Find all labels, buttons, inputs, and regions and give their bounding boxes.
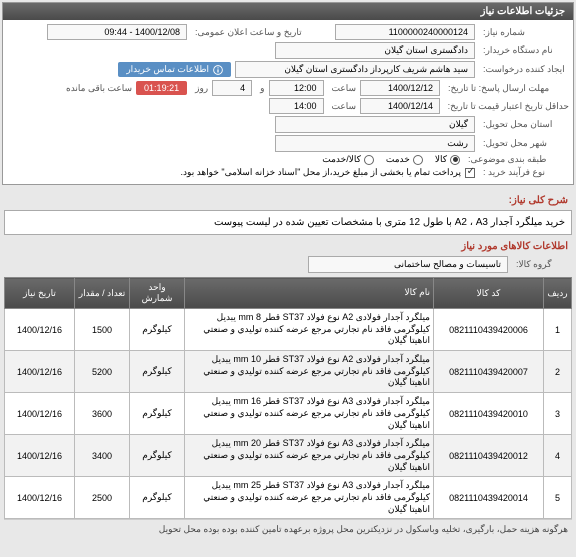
cell-code: 0821110439420006 xyxy=(434,309,544,351)
cell-name: میلگرد آجدار فولادی A2 نوع فولاد ST37 قط… xyxy=(185,351,434,393)
details-panel: جزئیات اطلاعات نیاز شماره نیاز: 11000002… xyxy=(2,2,574,185)
category-radio-group: کالا خدمت کالا/خدمت xyxy=(322,154,460,165)
cell-code: 0821110439420007 xyxy=(434,351,544,393)
radio-service[interactable]: خدمت xyxy=(386,154,423,165)
th-idx: ردیف xyxy=(544,278,572,309)
buy-process-checkbox[interactable] xyxy=(465,168,475,178)
cell-unit: کیلوگرم xyxy=(130,477,185,519)
cell-unit: کیلوگرم xyxy=(130,393,185,435)
cell-qty: 3600 xyxy=(75,393,130,435)
items-section-title: اطلاعات کالاهای مورد نیاز xyxy=(8,241,568,252)
cell-date: 1400/12/16 xyxy=(5,393,75,435)
cell-unit: کیلوگرم xyxy=(130,435,185,477)
buyer-label: نام دستگاه خریدار: xyxy=(479,45,569,56)
category-label: طبقه بندی موضوعی: xyxy=(464,154,569,165)
buy-process-note: پرداخت تمام یا بخشی از مبلغ خرید،از محل … xyxy=(181,167,461,178)
deadline-label: مهلت ارسال پاسخ: تا تاریخ: xyxy=(444,83,569,94)
validity-label: حداقل تاریخ اعتبار قیمت تا تاریخ: xyxy=(444,101,569,112)
group-label: گروه کالا: xyxy=(512,259,572,270)
cell-idx: 4 xyxy=(544,435,572,477)
cell-idx: 1 xyxy=(544,309,572,351)
and-label: و xyxy=(256,83,264,94)
cell-name: میلگرد آجدار فولادی A3 نوع فولاد ST37 قط… xyxy=(185,393,434,435)
buy-process-label: نوع فرآیند خرید : xyxy=(479,167,569,178)
table-row[interactable]: 20821110439420007میلگرد آجدار فولادی A2 … xyxy=(5,351,572,393)
th-unit: واحد شمارش xyxy=(130,278,185,309)
th-name: نام کالا xyxy=(185,278,434,309)
cell-date: 1400/12/16 xyxy=(5,435,75,477)
cell-idx: 3 xyxy=(544,393,572,435)
radio-goods[interactable]: کالا xyxy=(435,154,460,165)
cell-code: 0821110439420010 xyxy=(434,393,544,435)
cell-name: میلگرد آجدار فولادی A3 نوع فولاد ST37 قط… xyxy=(185,435,434,477)
validity-time: 14:00 xyxy=(269,98,324,114)
footer-note: هرگونه هزینه حمل، بارگیری، تخلیه وباسکول… xyxy=(4,519,572,539)
cell-date: 1400/12/16 xyxy=(5,477,75,519)
radio-icon xyxy=(364,155,374,165)
radio-both[interactable]: کالا/خدمت xyxy=(322,154,374,165)
table-row[interactable]: 10821110439420006میلگرد آجدار فولادی A2 … xyxy=(5,309,572,351)
requester-value: سید هاشم شریف کارپرداز دادگستری استان گی… xyxy=(235,61,475,78)
cell-idx: 2 xyxy=(544,351,572,393)
desc-text: خرید میلگرد آجدار A2 ، A3 با طول 12 متری… xyxy=(4,210,572,235)
time-label-1: ساعت xyxy=(328,83,357,94)
cell-date: 1400/12/16 xyxy=(5,309,75,351)
cell-code: 0821110439420014 xyxy=(434,477,544,519)
need-no-value: 1100000240000124 xyxy=(335,24,475,40)
group-value: تاسیسات و مصالح ساختمانی xyxy=(308,256,508,273)
contact-badge-label: اطلاعات تماس خریدار xyxy=(126,64,209,75)
radio-icon xyxy=(413,155,423,165)
cell-unit: کیلوگرم xyxy=(130,309,185,351)
province-value: گیلان xyxy=(275,116,475,133)
deadline-date: 1400/12/12 xyxy=(360,80,440,96)
cell-name: میلگرد آجدار فولادی A2 نوع فولاد ST37 قط… xyxy=(185,309,434,351)
info-icon xyxy=(213,65,223,75)
cell-code: 0821110439420012 xyxy=(434,435,544,477)
cell-qty: 3400 xyxy=(75,435,130,477)
table-row[interactable]: 50821110439420014میلگرد آجدار فولادی A3 … xyxy=(5,477,572,519)
cell-idx: 5 xyxy=(544,477,572,519)
contact-badge[interactable]: اطلاعات تماس خریدار xyxy=(118,62,231,77)
table-header-row: ردیف کد کالا نام کالا واحد شمارش تعداد /… xyxy=(5,278,572,309)
desc-label: شرح کلی نیاز: xyxy=(8,195,568,206)
requester-label: ایجاد کننده درخواست: xyxy=(479,64,569,75)
cell-qty: 1500 xyxy=(75,309,130,351)
day-label: روز xyxy=(191,83,208,94)
validity-date: 1400/12/14 xyxy=(360,98,440,114)
cell-date: 1400/12/16 xyxy=(5,351,75,393)
countdown-timer: 01:19:21 xyxy=(136,81,187,95)
public-time-label: تاریخ و ساعت اعلان عمومی: xyxy=(191,27,331,38)
city-label: شهر محل تحویل: xyxy=(479,138,569,149)
city-value: رشت xyxy=(275,135,475,152)
radio-icon xyxy=(450,155,460,165)
th-qty: تعداد / مقدار xyxy=(75,278,130,309)
time-label-2: ساعت xyxy=(328,101,357,112)
need-no-label: شماره نیاز: xyxy=(479,27,569,38)
province-label: استان محل تحویل: xyxy=(479,119,569,130)
cell-unit: کیلوگرم xyxy=(130,351,185,393)
deadline-time: 12:00 xyxy=(269,80,324,96)
th-code: کد کالا xyxy=(434,278,544,309)
th-date: تاریخ نیاز xyxy=(5,278,75,309)
cell-name: میلگرد آجدار فولادی A3 نوع فولاد ST37 قط… xyxy=(185,477,434,519)
cell-qty: 2500 xyxy=(75,477,130,519)
table-row[interactable]: 40821110439420012میلگرد آجدار فولادی A3 … xyxy=(5,435,572,477)
items-table: ردیف کد کالا نام کالا واحد شمارش تعداد /… xyxy=(4,277,572,519)
remain-label: ساعت باقی مانده xyxy=(62,83,132,94)
public-time-value: 1400/12/08 - 09:44 xyxy=(47,24,187,40)
days-value: 4 xyxy=(212,80,252,96)
buyer-value: دادگستری استان گیلان xyxy=(275,42,475,59)
cell-qty: 5200 xyxy=(75,351,130,393)
panel-title: جزئیات اطلاعات نیاز xyxy=(3,3,573,20)
table-row[interactable]: 30821110439420010میلگرد آجدار فولادی A3 … xyxy=(5,393,572,435)
